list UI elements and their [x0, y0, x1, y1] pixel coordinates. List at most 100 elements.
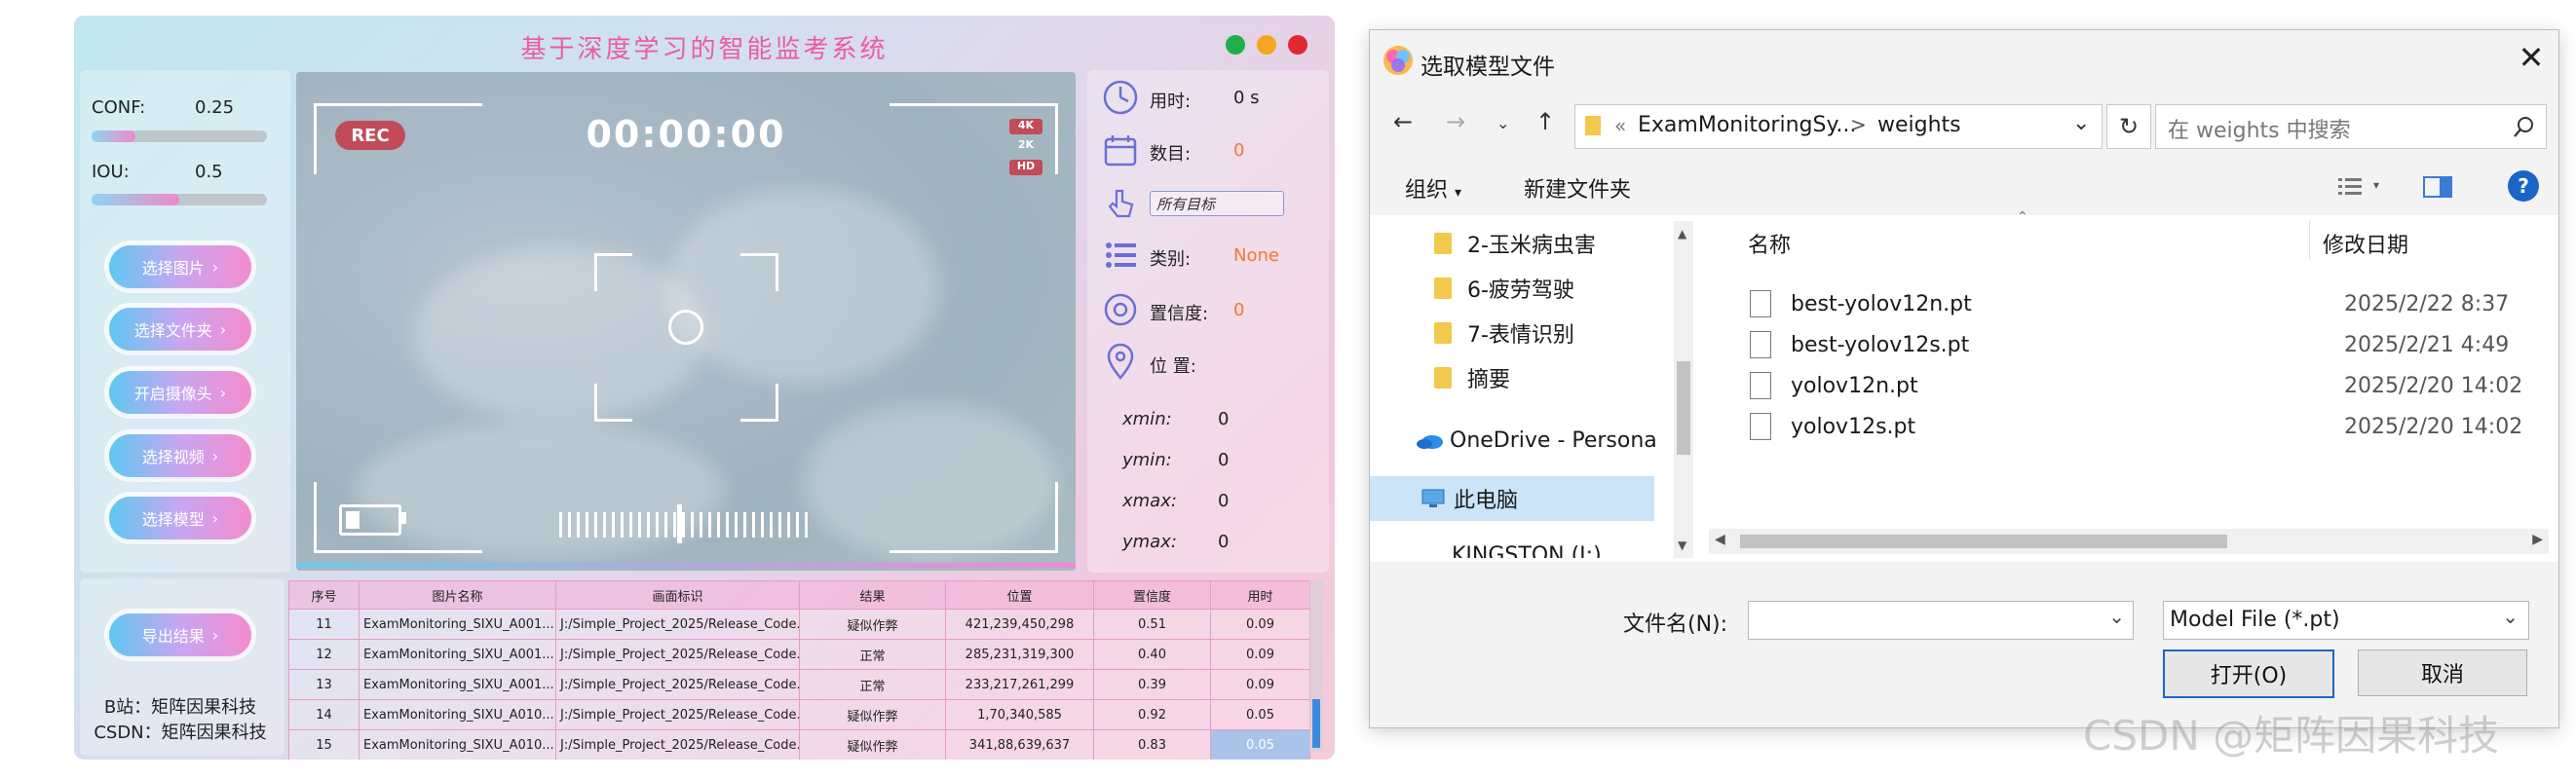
- select-image-button[interactable]: 选择图片 ›: [109, 245, 251, 288]
- table-cell: 0.09: [1210, 639, 1310, 670]
- tree-item-folder[interactable]: 摘要: [1370, 355, 1674, 400]
- position-label: 位 置:: [1150, 356, 1196, 377]
- table-scrollbar[interactable]: [1309, 580, 1323, 752]
- video-display: REC 00:00:00 4K 2K HD: [296, 72, 1076, 571]
- search-box[interactable]: 在 weights 中搜索: [2155, 104, 2547, 149]
- table-row[interactable]: 12 ExamMonitoring_SIXU_A001... J:/Simple_P…: [288, 639, 1310, 670]
- table-header-cell[interactable]: 用时: [1210, 580, 1310, 610]
- table-cell: 0.39: [1093, 669, 1211, 700]
- up-arrow-icon[interactable]: ↑: [1535, 108, 1555, 135]
- tree-item-folder[interactable]: 2-玉米病虫害: [1370, 221, 1674, 266]
- video-timer: 00:00:00: [586, 113, 786, 156]
- table-cell: J:/Simple_Project_2025/Release_Code...: [555, 669, 800, 700]
- table-cell: 15: [288, 729, 360, 760]
- maximize-button[interactable]: [1257, 35, 1276, 55]
- column-date-header[interactable]: 修改日期: [2323, 228, 2408, 259]
- select-video-button[interactable]: 选择视频 ›: [109, 434, 251, 477]
- open-button[interactable]: 打开(O): [2163, 649, 2334, 698]
- table-header-cell[interactable]: 位置: [945, 580, 1094, 610]
- table-cell: ExamMonitoring_SIXU_A010...: [359, 699, 556, 730]
- address-dropdown-icon[interactable]: ⌄: [2072, 111, 2090, 135]
- table-row[interactable]: 13 ExamMonitoring_SIXU_A001... J:/Simple_P…: [288, 669, 1310, 700]
- filename-dropdown-icon[interactable]: ⌄: [2108, 605, 2125, 628]
- cancel-button[interactable]: 取消: [2358, 649, 2527, 696]
- chevron-right-icon: ›: [211, 625, 219, 645]
- focus-circle-icon: [668, 310, 703, 345]
- iou-slider[interactable]: [92, 194, 267, 205]
- time-label: 用时:: [1150, 92, 1192, 112]
- view-list-icon[interactable]: [2336, 174, 2364, 200]
- tree-scrollbar-thumb[interactable]: [1677, 361, 1690, 455]
- app-title: 基于深度学习的智能监考系统: [520, 35, 889, 64]
- address-bar[interactable]: « ExamMonitoringSy... > weights ⌄: [1574, 104, 2102, 149]
- tree-item-folder[interactable]: 7-表情识别: [1370, 311, 1674, 355]
- preview-pane-icon[interactable]: [2422, 174, 2453, 200]
- dialog-close-icon[interactable]: ✕: [2514, 40, 2549, 75]
- table-scrollbar-thumb[interactable]: [1312, 699, 1320, 748]
- xmax-value: 0: [1218, 491, 1230, 511]
- folder-icon: [1434, 278, 1452, 299]
- file-hscrollbar-thumb[interactable]: [1740, 535, 2227, 548]
- target-select[interactable]: 所有目标: [1150, 191, 1284, 216]
- chevron-right-icon: ›: [211, 446, 219, 465]
- ymin-value: 0: [1218, 450, 1230, 470]
- table-header-cell[interactable]: 置信度: [1093, 580, 1211, 610]
- file-type-dropdown-icon[interactable]: ⌄: [2502, 605, 2519, 628]
- forward-arrow-icon[interactable]: →: [1446, 108, 1465, 135]
- timer-icon: [1103, 80, 1138, 115]
- file-row[interactable]: best-yolov12n.pt 2025/2/22 8:37: [1750, 283, 2529, 324]
- file-hscrollbar[interactable]: ◀ ▶: [1709, 529, 2549, 554]
- column-name-header[interactable]: 名称: [1748, 228, 1791, 259]
- filename-input[interactable]: ⌄: [1748, 601, 2134, 640]
- tree-item-folder[interactable]: 6-疲劳驾驶: [1370, 266, 1674, 311]
- table-row[interactable]: 15 ExamMonitoring_SIXU_A010... J:/Simple_P…: [288, 729, 1310, 760]
- back-arrow-icon[interactable]: ←: [1393, 108, 1413, 135]
- tree-item-this-pc[interactable]: 此电脑: [1370, 476, 1654, 521]
- file-row[interactable]: yolov12s.pt 2025/2/20 14:02: [1750, 406, 2529, 447]
- time-value: 0 s: [1233, 88, 1260, 108]
- tree-item-label: 7-表情识别: [1467, 323, 1574, 348]
- chevron-right-icon: ›: [219, 319, 227, 339]
- file-type-select[interactable]: Model File (*.pt) ⌄: [2163, 601, 2529, 640]
- file-date: 2025/2/20 14:02: [2344, 373, 2523, 398]
- iou-value: 0.5: [195, 162, 223, 182]
- file-row[interactable]: yolov12n.pt 2025/2/20 14:02: [1750, 365, 2529, 406]
- select-model-button[interactable]: 选择模型 ›: [109, 497, 251, 539]
- table-cell: 1,70,340,585: [945, 699, 1094, 730]
- select-folder-button[interactable]: 选择文件夹 ›: [109, 308, 251, 351]
- tree-item-label: 摘要: [1467, 368, 1511, 392]
- minimize-button[interactable]: [1226, 35, 1245, 55]
- breadcrumb-current[interactable]: weights: [1877, 113, 1961, 137]
- refresh-icon[interactable]: ↻: [2106, 104, 2151, 149]
- recent-chevron-icon[interactable]: ⌄: [1496, 114, 1509, 132]
- table-row[interactable]: 11 ExamMonitoring_SIXU_A001... J:/Simple_P…: [288, 609, 1310, 640]
- table-row[interactable]: 14 ExamMonitoring_SIXU_A010... J:/Simple_P…: [288, 699, 1310, 730]
- scroll-down-icon[interactable]: ▼: [1678, 538, 1686, 552]
- help-icon[interactable]: ?: [2508, 170, 2539, 202]
- video-progress-bar[interactable]: [296, 563, 1076, 568]
- table-header-cell[interactable]: 序号: [288, 580, 360, 610]
- breadcrumb-parent[interactable]: ExamMonitoringSy...: [1638, 113, 1856, 137]
- tree-item-drive[interactable]: KINGSTON (I:): [1370, 533, 1674, 559]
- scroll-up-icon[interactable]: ▲: [1678, 227, 1686, 241]
- close-button[interactable]: [1288, 35, 1307, 55]
- results-table: 序号 图片名称 画面标识 结果 位置 置信度 用时 11 ExamMonitoring_SIX…: [288, 580, 1310, 760]
- view-chevron-icon[interactable]: ▾: [2373, 178, 2379, 192]
- table-cell: J:/Simple_Project_2025/Release_Code...: [555, 699, 800, 730]
- scroll-right-icon[interactable]: ▶: [2532, 532, 2543, 547]
- file-row[interactable]: best-yolov12s.pt 2025/2/21 4:49: [1750, 324, 2529, 365]
- table-header-cell[interactable]: 结果: [799, 580, 946, 610]
- conf-slider[interactable]: [92, 130, 267, 142]
- export-results-button[interactable]: 导出结果 ›: [109, 613, 251, 656]
- scroll-left-icon[interactable]: ◀: [1715, 532, 1725, 547]
- badge-4k: 4K: [1009, 119, 1042, 134]
- chevron-right-icon: ›: [211, 257, 219, 277]
- table-header-cell[interactable]: 画面标识: [555, 580, 800, 610]
- tree-scrollbar[interactable]: ▲ ▼: [1674, 221, 1693, 558]
- open-camera-button[interactable]: 开启摄像头 ›: [109, 371, 251, 414]
- table-header-cell[interactable]: 图片名称: [359, 580, 556, 610]
- table-cell: ExamMonitoring_SIXU_A001...: [359, 609, 556, 640]
- new-folder-button[interactable]: 新建文件夹: [1524, 172, 1631, 204]
- organize-menu[interactable]: 组织 ▾: [1405, 172, 1461, 204]
- tree-item-onedrive[interactable]: OneDrive - Persona: [1370, 418, 1674, 463]
